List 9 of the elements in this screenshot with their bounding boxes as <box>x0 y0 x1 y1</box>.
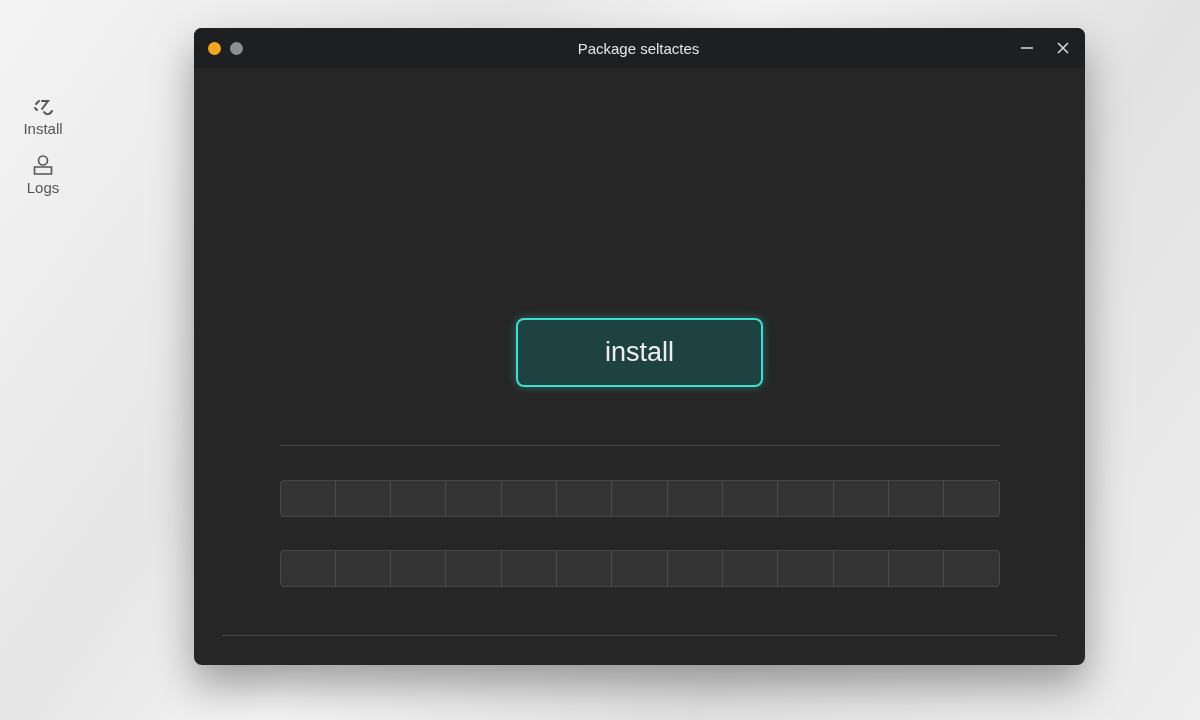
close-icon[interactable] <box>1057 42 1069 54</box>
window-dot[interactable] <box>208 41 221 55</box>
window-dot[interactable] <box>230 41 243 55</box>
install-button[interactable]: install <box>516 318 763 387</box>
tools-icon <box>32 98 54 118</box>
window-title: Package seltactes <box>576 39 701 57</box>
user-icon <box>31 153 55 177</box>
sidebar-item[interactable]: Install <box>23 94 63 137</box>
sidebar-item[interactable]: Logs <box>26 153 60 196</box>
